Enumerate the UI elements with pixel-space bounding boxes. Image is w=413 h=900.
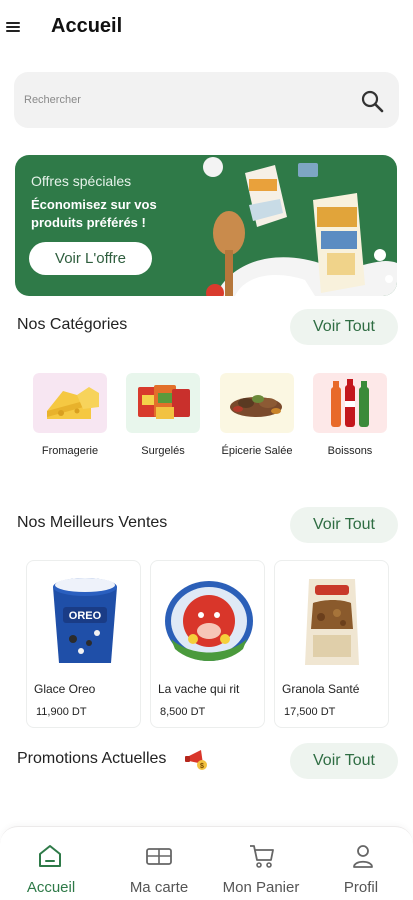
nav-label: Profil: [343, 879, 379, 896]
category-epicerie-salee[interactable]: Épicerie Salée: [219, 373, 299, 457]
product-price: 11,900 DT: [36, 706, 87, 718]
vache-qui-rit-image: [165, 581, 253, 661]
app-header: Accueil: [0, 0, 413, 56]
granola-image: [305, 579, 359, 665]
card-icon: [146, 848, 172, 865]
nav-item-ma-carte[interactable]: Ma carte: [109, 827, 209, 900]
svg-text:OREO: OREO: [69, 610, 102, 622]
category-label: Fromagerie: [41, 445, 99, 457]
view-offer-button[interactable]: Voir L'offre: [29, 242, 152, 275]
bestsellers-section-title: Nos Meilleurs Ventes: [17, 514, 168, 531]
product-card-vache-qui-rit[interactable]: La vache qui rit 8,500 DT: [150, 560, 265, 728]
nav-item-accueil[interactable]: Accueil: [1, 827, 101, 900]
promotions-see-all-button[interactable]: Voir Tout: [290, 743, 398, 779]
nav-item-profil[interactable]: Profil: [311, 827, 411, 900]
category-fromagerie[interactable]: Fromagerie: [32, 373, 112, 457]
cheese-image: [33, 373, 107, 433]
menu-icon[interactable]: [6, 22, 20, 32]
nav-label: Mon Panier: [222, 879, 300, 896]
bottom-navigation: Accueil Ma carte Mon Panier Profil: [0, 826, 413, 900]
product-name: Granola Santé: [282, 682, 360, 696]
categories-section-title: Nos Catégories: [17, 316, 128, 333]
cart-icon: [250, 845, 274, 868]
special-offers-banner[interactable]: Offres spéciales Économisez sur vos prod…: [15, 155, 397, 296]
dairy-products-illustration: [203, 157, 397, 296]
nav-item-mon-panier[interactable]: Mon Panier: [211, 827, 311, 900]
category-label: Boissons: [327, 445, 373, 457]
product-card-granola-sante[interactable]: Granola Santé 17,500 DT: [274, 560, 389, 728]
search-icon[interactable]: [359, 88, 385, 114]
oreo-ice-cream-image: OREO: [53, 578, 117, 663]
megaphone-icon: $: [185, 750, 207, 770]
page-title: Accueil: [51, 15, 123, 37]
product-card-glace-oreo[interactable]: OREO Glace Oreo 11,900 DT: [26, 560, 141, 728]
spices-image: [220, 373, 294, 433]
banner-subtitle: Offres spéciales: [31, 173, 132, 189]
categories-see-all-button[interactable]: Voir Tout: [290, 309, 398, 345]
home-icon: [39, 845, 61, 867]
search-input[interactable]: [24, 90, 344, 110]
product-price: 17,500 DT: [284, 706, 336, 718]
svg-text:$: $: [200, 763, 204, 770]
category-surgeles[interactable]: Surgelés: [125, 373, 205, 457]
search-bar[interactable]: [14, 72, 399, 128]
product-name: La vache qui rit: [158, 682, 240, 696]
product-name: Glace Oreo: [34, 682, 96, 696]
frozen-food-image: [126, 373, 200, 433]
category-label: Épicerie Salée: [221, 445, 293, 457]
product-price: 8,500 DT: [160, 706, 206, 718]
nav-label: Ma carte: [129, 879, 189, 896]
nav-label: Accueil: [26, 879, 76, 896]
drinks-image: [313, 373, 387, 433]
profile-icon: [353, 845, 373, 868]
category-boissons[interactable]: Boissons: [312, 373, 392, 457]
category-label: Surgelés: [141, 445, 185, 457]
bestsellers-see-all-button[interactable]: Voir Tout: [290, 507, 398, 543]
promotions-section-title: Promotions Actuelles: [17, 750, 167, 767]
banner-title: Économisez sur vos produits préférés !: [31, 197, 157, 230]
